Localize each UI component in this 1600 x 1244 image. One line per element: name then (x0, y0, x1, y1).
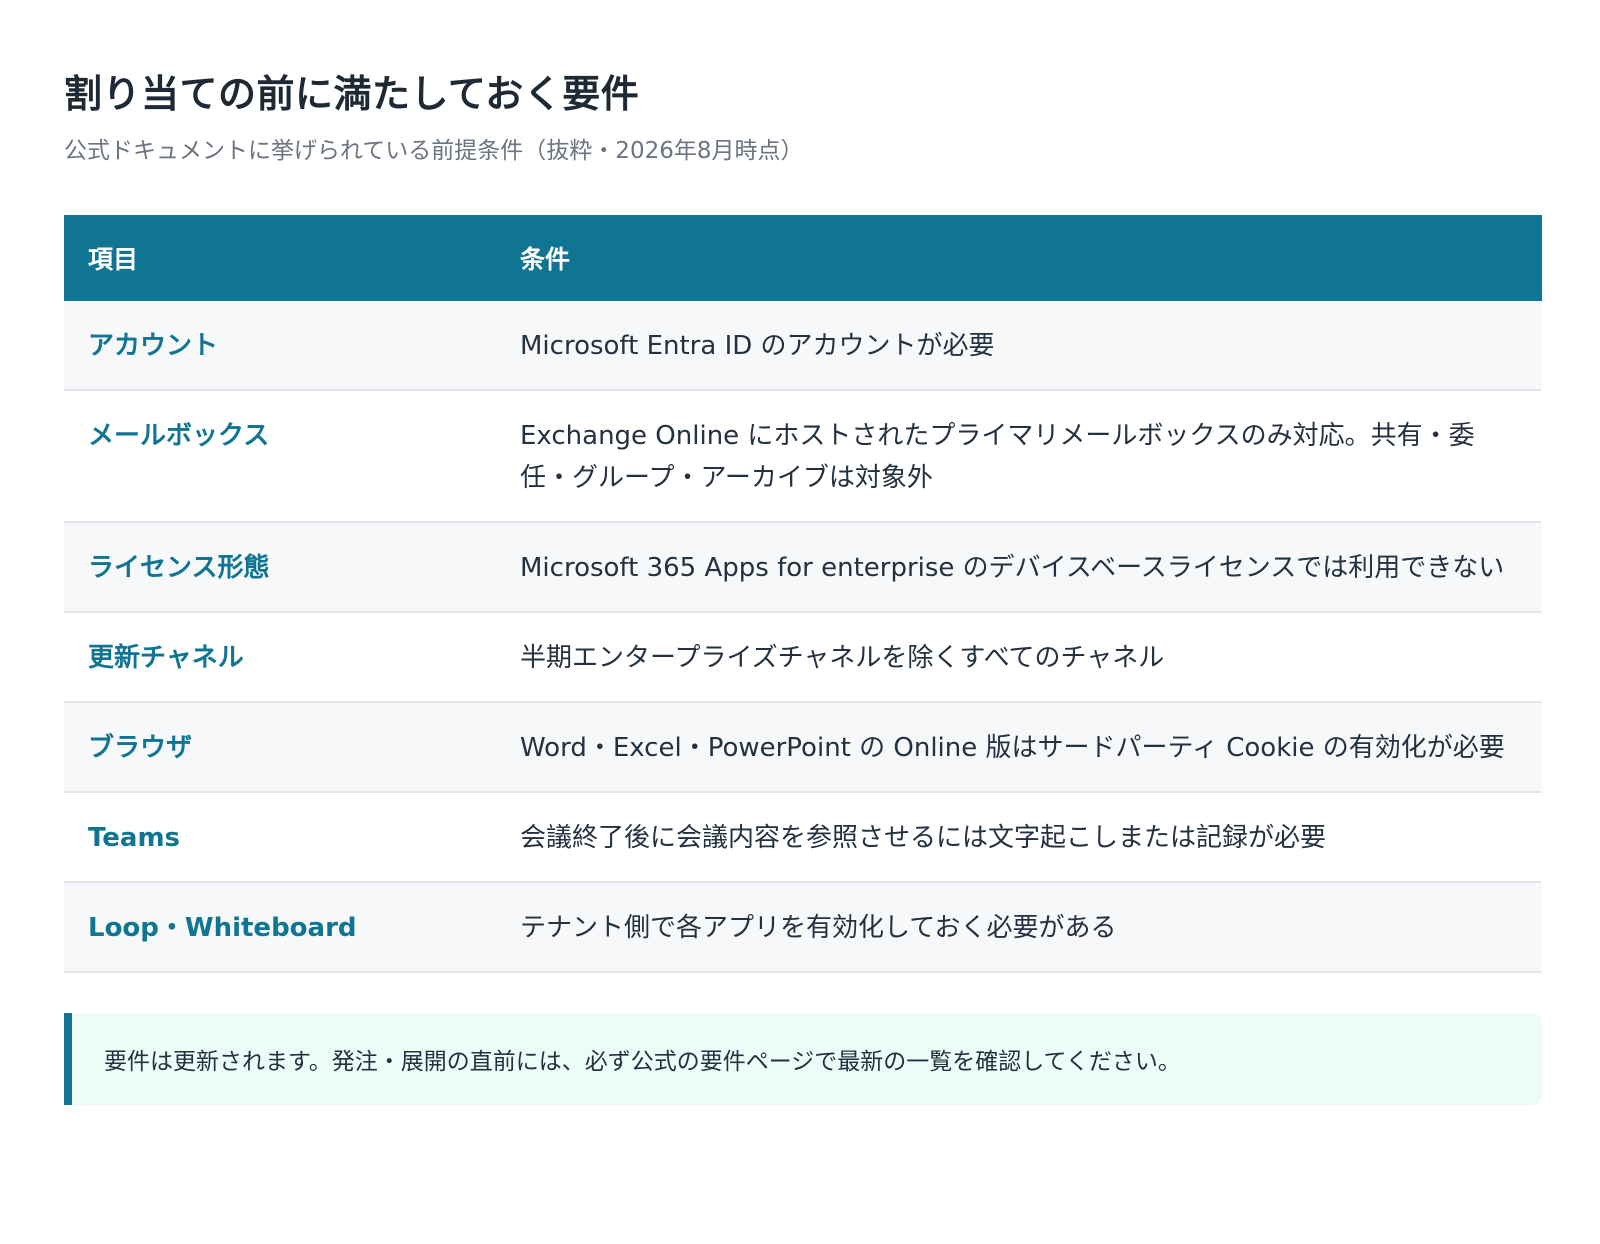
row-condition-text: Microsoft 365 Apps for enterprise のデバイスベ… (496, 522, 1542, 613)
row-item-label: ブラウザ (64, 702, 496, 793)
row-condition-text: Exchange Online にホストされたプライマリメールボックスのみ対応。… (496, 390, 1542, 523)
row-condition-text: Word・Excel・PowerPoint の Online 版はサードパーティ… (496, 702, 1542, 793)
table-row: ライセンス形態 Microsoft 365 Apps for enterpris… (64, 522, 1542, 613)
table-row: ブラウザ Word・Excel・PowerPoint の Online 版はサー… (64, 702, 1542, 793)
page-title: 割り当ての前に満たしておく要件 (64, 72, 640, 116)
table-row: アカウント Microsoft Entra ID のアカウントが必要 (64, 301, 1542, 391)
row-item-label: メールボックス (64, 390, 496, 523)
table-body: アカウント Microsoft Entra ID のアカウントが必要 メールボッ… (64, 301, 1542, 973)
table-header: 項目 条件 (64, 215, 1542, 301)
table-row: メールボックス Exchange Online にホストされたプライマリメールボ… (64, 390, 1542, 523)
row-condition-text: 会議終了後に会議内容を参照させるには文字起こしまたは記録が必要 (496, 792, 1542, 883)
table-row: Loop・Whiteboard テナント側で各アプリを有効化しておく必要がある (64, 882, 1542, 973)
update-notice: 要件は更新されます。発注・展開の直前には、必ず公式の要件ページで最新の一覧を確認… (64, 1013, 1542, 1105)
table-header-row: 項目 条件 (64, 215, 1542, 301)
row-item-label: 更新チャネル (64, 612, 496, 703)
column-header-item: 項目 (88, 245, 139, 274)
row-item-label: アカウント (64, 301, 496, 391)
table-row: 更新チャネル 半期エンタープライズチャネルを除くすべてのチャネル (64, 612, 1542, 703)
table-row: Teams 会議終了後に会議内容を参照させるには文字起こしまたは記録が必要 (64, 792, 1542, 883)
row-item-label: ライセンス形態 (64, 522, 496, 613)
requirements-page: 割り当ての前に満たしておく要件 公式ドキュメントに挙げられている前提条件（抜粋・… (64, 68, 1542, 1105)
update-notice-text: 要件は更新されます。発注・展開の直前には、必ず公式の要件ページで最新の一覧を確認… (104, 1049, 1181, 1075)
row-condition-text: 半期エンタープライズチャネルを除くすべてのチャネル (496, 612, 1542, 703)
row-item-label: Teams (64, 792, 496, 883)
row-condition-text: Microsoft Entra ID のアカウントが必要 (496, 301, 1542, 391)
column-header-condition: 条件 (520, 245, 571, 274)
requirements-table: 項目 条件 アカウント Microsoft Entra ID のアカウントが必要… (64, 215, 1542, 973)
page-subtitle: 公式ドキュメントに挙げられている前提条件（抜粋・2026年8月時点） (64, 138, 804, 164)
row-condition-text: テナント側で各アプリを有効化しておく必要がある (496, 882, 1542, 973)
row-item-label: Loop・Whiteboard (64, 882, 496, 973)
